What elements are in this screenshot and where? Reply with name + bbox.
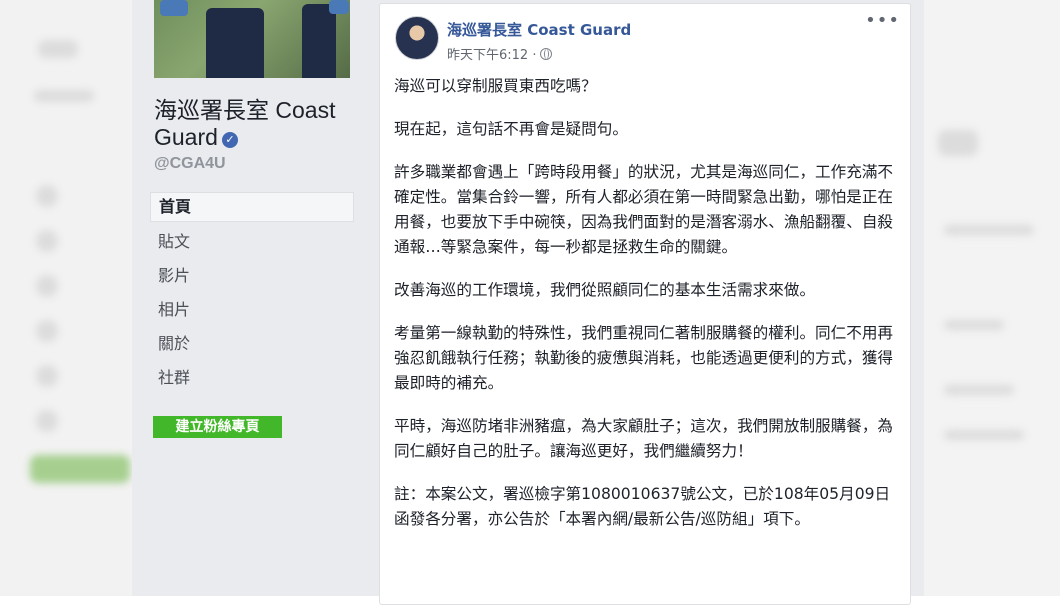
verified-badge-icon: ✓	[221, 132, 238, 148]
post-card: 海巡署長室 Coast Guard 昨天下午6:12 · ••• 海巡可以穿制服…	[379, 3, 911, 605]
page-title[interactable]: 海巡署長室 Coast Guard ✓	[154, 97, 354, 151]
nav-item-home[interactable]: 首頁	[150, 192, 354, 222]
post-paragraph: 註：本案公文，署巡檢字第1080010637號公文，已於108年05月09日函發…	[394, 485, 891, 528]
nav-item-photos[interactable]: 相片	[150, 296, 354, 330]
post-paragraph: 考量第一線執勤的特殊性，我們重視同仁著制服購餐的權利。同仁不用再強忍飢餓執行任務…	[394, 324, 894, 392]
blurred-background-left	[0, 0, 132, 596]
nav-item-community[interactable]: 社群	[150, 364, 354, 398]
page-handle: @CGA4U	[154, 155, 226, 172]
post-timestamp[interactable]: 昨天下午6:12 ·	[447, 48, 536, 63]
post-paragraph: 海巡可以穿制服買東西吃嗎？	[394, 77, 597, 95]
post-column: 海巡署長室 Coast Guard 昨天下午6:12 · ••• 海巡可以穿制服…	[366, 0, 924, 605]
page-sidebar: 海巡署長室 Coast Guard ✓ @CGA4U 首頁 貼文 影片 相片 關於…	[132, 0, 366, 596]
nav-item-about[interactable]: 關於	[150, 330, 354, 364]
post-paragraph: 許多職業都會遇上「跨時段用餐」的狀況，尤其是海巡同仁，工作充滿不確定性。當集合鈴…	[394, 163, 894, 256]
officer-figure	[329, 0, 349, 14]
post-body: 海巡可以穿制服買東西吃嗎？ 現在起，這句話不再會是疑問句。 許多職業都會遇上「跨…	[394, 74, 898, 550]
post-author-link[interactable]: 海巡署長室 Coast Guard	[447, 19, 631, 40]
officer-figure	[160, 0, 188, 16]
post-paragraph: 現在起，這句話不再會是疑問句。	[394, 120, 628, 138]
post-paragraph: 改善海巡的工作環境，我們從照顧同仁的基本生活需求來做。	[394, 281, 816, 299]
post-paragraph: 平時，海巡防堵非洲豬瘟，為大家顧肚子；這次，我們開放制服購餐，為同仁顧好自己的肚…	[394, 417, 894, 460]
page-name-text: 海巡署長室 Coast Guard	[154, 97, 336, 150]
officer-figure	[206, 8, 264, 78]
globe-icon	[540, 48, 553, 60]
post-meta: 昨天下午6:12 ·	[447, 44, 553, 63]
officer-figure	[302, 4, 336, 78]
profile-cover-photo[interactable]	[154, 0, 350, 78]
nav-item-posts[interactable]: 貼文	[150, 228, 354, 262]
create-page-button[interactable]: 建立粉絲專頁	[153, 416, 282, 438]
author-avatar[interactable]	[395, 16, 439, 60]
blurred-background-right	[924, 0, 1060, 596]
page-nav: 首頁 貼文 影片 相片 關於 社群	[150, 192, 354, 398]
nav-item-videos[interactable]: 影片	[150, 262, 354, 296]
more-options-icon[interactable]: •••	[865, 12, 900, 30]
